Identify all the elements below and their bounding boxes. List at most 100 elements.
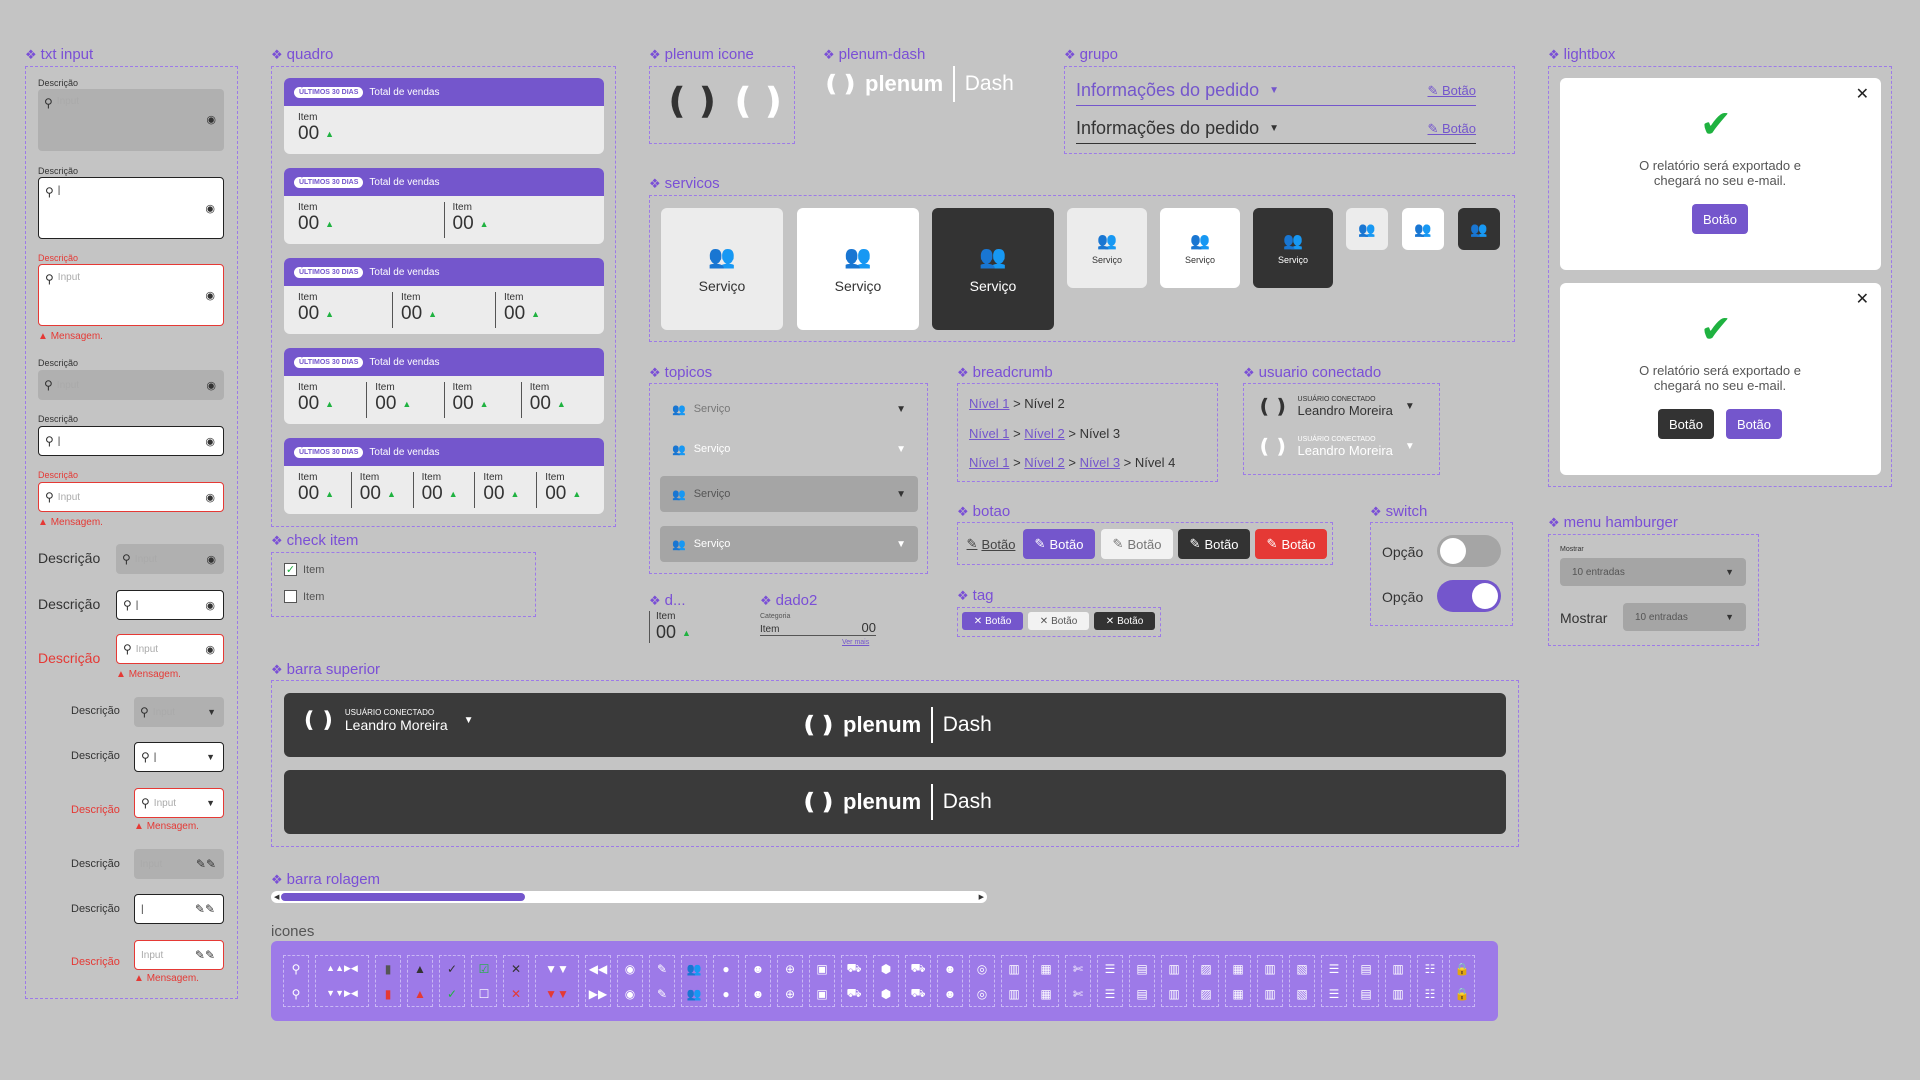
service-tile-small[interactable]: 👥 xyxy=(1458,208,1500,250)
service-tile-large[interactable]: 👥 Serviço xyxy=(661,208,783,330)
eye-icon[interactable]: ◉ xyxy=(206,553,216,566)
input-active[interactable]: ⚲ | ◉ xyxy=(38,426,224,456)
arrow-up-icon: ▲ xyxy=(325,489,335,499)
cart-icon-set: ⛟ ⛟ xyxy=(841,955,867,1007)
text-button[interactable]: ✎ Botão xyxy=(962,529,1020,559)
card-title: Total de vendas xyxy=(369,176,440,188)
service-tile-medium[interactable]: 👥 Serviço xyxy=(1253,208,1333,288)
entries-select-inline[interactable]: 10 entradas ▼ xyxy=(1623,603,1746,631)
input-disabled-inline[interactable]: ⚲ Input ◉ xyxy=(116,544,224,574)
service-label: Serviço xyxy=(1184,255,1215,265)
check-item-unchecked[interactable]: Item xyxy=(284,590,324,603)
scroll-left-icon[interactable]: ◀ xyxy=(274,893,279,901)
secondary-button[interactable]: ✎ Botão xyxy=(1101,529,1173,559)
dark-button[interactable]: ✎ Botão xyxy=(1178,529,1250,559)
dado2-item-label: Item xyxy=(760,624,780,635)
crumb-link[interactable]: Nível 1 xyxy=(969,426,1009,441)
topic-dropdown-light[interactable]: 👥 Serviço ▼ xyxy=(660,434,918,464)
field-label-error: Descrição xyxy=(71,956,120,968)
entries-select[interactable]: 10 entradas ▼ xyxy=(1560,558,1746,586)
text-cursor: | xyxy=(57,435,61,447)
service-tile-medium[interactable]: 👥 Serviço xyxy=(1067,208,1147,288)
checkbox-checked-icon[interactable]: ✓ xyxy=(284,563,297,576)
close-icon[interactable]: ✕ xyxy=(1856,84,1869,104)
topic-dropdown-filled-light[interactable]: 👥 Serviço ▼ xyxy=(660,526,918,562)
tag-dark[interactable]: ✕ Botão xyxy=(1094,612,1155,630)
topic-dropdown[interactable]: 👥 Serviço ▼ xyxy=(660,394,918,424)
lightbox-secondary-button[interactable]: Botão xyxy=(1658,409,1714,439)
breadcrumb: Nível 1 > Nível 2 > Nível 3 xyxy=(969,426,1121,441)
eye-icon[interactable]: ◉ xyxy=(205,202,215,215)
select-active[interactable]: ⚲ | ▼ xyxy=(134,742,224,772)
input-disabled[interactable]: ⚲ Input ◉ xyxy=(38,370,224,400)
pencil-icon[interactable]: ✎✎ xyxy=(195,902,215,916)
close-icon[interactable]: ✕ xyxy=(974,616,982,627)
toggle-knob xyxy=(1472,583,1498,609)
lightbox-primary-button[interactable]: Botão xyxy=(1726,409,1782,439)
close-icon[interactable]: ✕ xyxy=(1040,616,1048,627)
eye-icon[interactable]: ◉ xyxy=(205,599,215,612)
period-pill: ÚLTIMOS 30 DIAS xyxy=(294,86,364,98)
close-icon[interactable]: ✕ xyxy=(1106,616,1114,627)
service-tile-large[interactable]: 👥 Serviço xyxy=(932,208,1054,330)
eye-icon[interactable]: ◉ xyxy=(206,113,216,126)
sales-card: ÚLTIMOS 30 DIAS Total de vendas Item 00 ▲ I… xyxy=(284,348,604,424)
eye-icon[interactable]: ◉ xyxy=(205,289,215,302)
group-header-active[interactable]: Informações do pedido ▼ ✎ Botão xyxy=(1076,76,1476,106)
scroll-right-icon[interactable]: ▶ xyxy=(979,893,984,901)
checkbox-empty-icon[interactable] xyxy=(284,590,297,603)
tag-secondary[interactable]: ✕ Botão xyxy=(1028,612,1089,630)
input-active[interactable]: ⚲ | ◉ xyxy=(38,177,224,239)
toggle-off[interactable] xyxy=(1437,535,1501,567)
warning-icon: ▲ xyxy=(38,331,48,342)
input-disabled[interactable]: ⚲ Input ◉ xyxy=(38,89,224,151)
topic-dropdown-filled[interactable]: 👥 Serviço ▼ xyxy=(660,476,918,512)
select-error[interactable]: ⚲ Input ▼ xyxy=(134,788,224,818)
ver-mais-link[interactable]: Ver mais xyxy=(842,639,869,646)
service-tile-small[interactable]: 👥 xyxy=(1346,208,1388,250)
user-menu[interactable]: ❪❫ USUÁRIO CONECTADO Leandro Moreira ▼ xyxy=(300,707,474,733)
service-tile-large[interactable]: 👥 Serviço xyxy=(797,208,919,330)
select-disabled[interactable]: ⚲ Input ▼ xyxy=(134,697,224,727)
crumb-link[interactable]: Nível 2 xyxy=(1024,426,1064,441)
eye-icon[interactable]: ◉ xyxy=(205,643,215,656)
crumb-link[interactable]: Nível 1 xyxy=(969,396,1009,411)
eye-icon[interactable]: ◉ xyxy=(205,491,215,504)
edit-link[interactable]: ✎ Botão xyxy=(1428,121,1477,137)
edit-input-active[interactable]: | ✎✎ xyxy=(134,894,224,924)
eye-icon[interactable]: ◉ xyxy=(205,435,215,448)
eye-icon[interactable]: ◉ xyxy=(206,379,216,392)
input-error[interactable]: ⚲ Input ◉ xyxy=(38,264,224,326)
tag-primary[interactable]: ✕ Botão xyxy=(962,612,1023,630)
edit-input-error[interactable]: Input ✎✎ xyxy=(134,940,224,970)
group-header[interactable]: Informações do pedido ▼ ✎ Botão xyxy=(1076,114,1476,144)
toggle-on[interactable] xyxy=(1437,580,1501,612)
crumb-link[interactable]: Nível 3 xyxy=(1080,455,1120,470)
pencil-icon[interactable]: ✎✎ xyxy=(196,857,216,871)
user-menu-dark[interactable]: ❪❫ USUÁRIO CONECTADO Leandro Moreira ▼ xyxy=(1256,394,1415,419)
check-item-checked[interactable]: ✓ Item xyxy=(284,563,324,576)
danger-button[interactable]: ✎ Botão xyxy=(1255,529,1327,559)
pencil-icon[interactable]: ✎✎ xyxy=(195,948,215,962)
scrollbar-track[interactable]: ◀ ▶ xyxy=(271,891,987,903)
edit-input-disabled[interactable]: Input ✎✎ xyxy=(134,849,224,879)
scrollbar-thumb[interactable] xyxy=(281,893,525,901)
input-active-inline[interactable]: ⚲ | ◉ xyxy=(116,590,224,620)
section-title-barra-rolagem: ❖ barra rolagem xyxy=(271,871,381,888)
users-icon-set: 👥 👥 xyxy=(681,955,707,1007)
service-tile-medium[interactable]: 👥 Serviço xyxy=(1160,208,1240,288)
lightbox-primary-button[interactable]: Botão xyxy=(1692,204,1748,234)
crumb-link[interactable]: Nível 1 xyxy=(969,455,1009,470)
input-error-inline[interactable]: ⚲ Input ◉ xyxy=(116,634,224,664)
chevron-down-icon: ▼ xyxy=(1725,612,1734,622)
user-name: Leandro Moreira xyxy=(1297,402,1393,418)
section-title-icones: icones xyxy=(271,923,315,940)
edit-link[interactable]: ✎ Botão xyxy=(1428,83,1477,99)
close-icon[interactable]: ✕ xyxy=(1856,289,1869,309)
input-error[interactable]: ⚲ Input ◉ xyxy=(38,482,224,512)
user-menu-light[interactable]: ❪❫ USUÁRIO CONECTADO Leandro Moreira ▼ xyxy=(1256,434,1415,459)
service-tile-small[interactable]: 👥 xyxy=(1402,208,1444,250)
primary-button[interactable]: ✎ Botão xyxy=(1023,529,1095,559)
crumb-link[interactable]: Nível 2 xyxy=(1024,455,1064,470)
users-icon: 👥 xyxy=(672,538,686,551)
